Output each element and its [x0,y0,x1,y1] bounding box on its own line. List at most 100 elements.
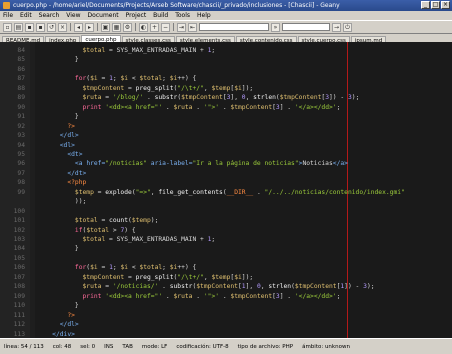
code-text[interactable]: </div> [37,330,75,339]
line-number: 88 [17,84,25,92]
code-editor[interactable]: 84 $total = SYS_MAX_ENTRADAS_MAIN + 1; 85… [0,42,452,338]
minimize-button[interactable]: _ [421,1,430,9]
build-icon[interactable]: ▦ [112,22,121,32]
line-number: 90 [17,103,25,111]
code-line[interactable]: 113 </div> [0,330,452,339]
zoom-in-icon[interactable]: + [150,22,159,32]
menu-build[interactable]: Build [153,12,168,19]
code-text[interactable]: $temp = explode("=>", file_get_contents(… [37,188,405,197]
code-line[interactable]: 92 ?> [0,122,452,131]
maximize-button[interactable]: □ [431,1,440,9]
code-line[interactable]: 104 } [0,244,452,253]
menu-tools[interactable]: Tools [175,12,190,19]
code-line[interactable]: 88 $tmpContent = preg_split("/\t+/", $te… [0,84,452,93]
status-bar: línea: 54 / 113 col: 48 sel: 0 INS TAB m… [0,338,452,354]
search-input[interactable] [199,23,269,31]
code-text[interactable]: for($i = 1; $i < $total; $i++) { [37,74,196,83]
code-text[interactable]: <dl> [37,141,75,150]
goto-line-icon[interactable]: → [332,22,341,32]
code-text[interactable]: ?> [37,122,75,131]
code-line[interactable]: 111 ?> [0,311,452,320]
menu-document[interactable]: Document [88,12,119,19]
code-line[interactable]: 84 $total = SYS_MAX_ENTRADAS_MAIN + 1; [0,46,452,55]
code-text[interactable]: print '<dd><a href="' . $ruta . '">' . $… [37,292,341,301]
status-sel: sel: 0 [80,343,96,350]
code-text[interactable]: if($total > 7) { [37,226,136,235]
code-line[interactable]: 93 </dl> [0,131,452,140]
line-number: 98 [17,179,25,187]
code-line[interactable]: 89 $ruta = '/blog/' . substr($tmpContent… [0,93,452,102]
menu-help[interactable]: Help [197,12,211,19]
compile-icon[interactable]: ▣ [101,22,110,32]
unindent-icon[interactable]: ⇤ [188,22,197,32]
revert-icon[interactable]: ↺ [47,22,56,32]
code-line[interactable]: 112 </dl> [0,320,452,329]
code-text[interactable]: } [37,112,79,121]
code-text[interactable]: $total = count($temp); [37,216,158,225]
code-text[interactable]: } [37,301,79,310]
save-all-icon[interactable]: ▪ [36,22,45,32]
code-text[interactable]: <a href="/noticias" aria-label="Ir a la … [37,159,348,168]
quit-icon[interactable]: ⏻ [343,22,352,32]
menu-edit[interactable]: Edit [20,12,32,19]
code-line[interactable]: 94 <dl> [0,141,452,150]
code-line[interactable]: 107 $tmpContent = preg_split("/\t+/", $t… [0,273,452,282]
code-text[interactable]: $total = SYS_MAX_ENTRADAS_MAIN + 1; [37,235,216,244]
menu-file[interactable]: File [3,12,13,19]
code-text[interactable]: $ruta = '/blog/' . substr($tmpContent[3]… [37,93,360,102]
code-text[interactable]: ?> [37,311,75,320]
menu-project[interactable]: Project [126,12,147,19]
code-line[interactable]: 99 $temp = explode("=>", file_get_conten… [0,188,452,197]
code-line[interactable]: 106 for($i = 1; $i < $total; $i++) { [0,263,452,272]
line-number: 97 [17,169,25,177]
color-chooser-icon[interactable]: ◐ [139,22,148,32]
code-line[interactable]: 103 $total = SYS_MAX_ENTRADAS_MAIN + 1; [0,235,452,244]
code-line[interactable]: 90 print '<dd><a href="' . $ruta . '">' … [0,103,452,112]
code-text[interactable]: <dt> [37,150,82,159]
code-line[interactable]: 98 <?php [0,178,452,187]
code-line[interactable]: 96 <a href="/noticias" aria-label="Ir a … [0,159,452,168]
code-line[interactable]: 97 </dt> [0,169,452,178]
code-text[interactable]: </dt> [37,169,86,178]
code-text[interactable]: <?php [37,178,86,187]
code-line[interactable]: 108 $ruta = '/noticias/' . substr($tmpCo… [0,282,452,291]
code-text[interactable]: for($i = 1; $i < $total; $i++) { [37,263,196,272]
close-button[interactable]: × [441,1,450,9]
code-text[interactable]: print '<dd><a href="' . $ruta . '">' . $… [37,103,341,112]
code-line[interactable]: 100 [0,207,452,216]
code-line[interactable]: 109 print '<dd><a href="' . $ruta . '">'… [0,292,452,301]
code-line[interactable]: 86 [0,65,452,74]
forward-icon[interactable]: ▸ [85,22,94,32]
code-line[interactable]: 87 for($i = 1; $i < $total; $i++) { [0,74,452,83]
menu-view[interactable]: View [66,12,80,19]
status-filetype: tipo de archivo: PHP [237,343,294,350]
run-icon[interactable]: ⚙ [123,22,132,32]
zoom-out-icon[interactable]: − [161,22,170,32]
code-line[interactable]: )); [0,197,452,206]
open-file-icon[interactable]: ▤ [14,22,23,32]
code-line[interactable]: 110 } [0,301,452,310]
code-text[interactable]: } [37,55,79,64]
new-file-icon[interactable]: ▫ [3,22,12,32]
code-text[interactable]: $tmpContent = preg_split("/\t+/", $temp[… [37,273,254,282]
code-text[interactable]: $total = SYS_MAX_ENTRADAS_MAIN + 1; [37,46,216,55]
code-text[interactable]: </dl> [37,131,79,140]
code-line[interactable]: 105 [0,254,452,263]
code-text[interactable]: </dl> [37,320,79,329]
goto-line-input[interactable] [282,23,330,31]
save-icon[interactable]: ▪ [25,22,34,32]
indent-icon[interactable]: ⇥ [177,22,186,32]
code-line[interactable]: 102 if($total > 7) { [0,226,452,235]
code-line[interactable]: 91 } [0,112,452,121]
code-text[interactable]: )); [37,197,86,206]
find-next-icon[interactable]: » [271,22,280,32]
back-icon[interactable]: ◂ [74,22,83,32]
code-text[interactable]: $ruta = '/noticias/' . substr($tmpConten… [37,282,375,291]
menu-search[interactable]: Search [39,12,60,19]
code-line[interactable]: 95 <dt> [0,150,452,159]
code-line[interactable]: 101 $total = count($temp); [0,216,452,225]
close-file-icon[interactable]: × [58,22,67,32]
code-line[interactable]: 85 } [0,55,452,64]
code-text[interactable]: } [37,244,79,253]
code-text[interactable]: $tmpContent = preg_split("/\t+/", $temp[… [37,84,254,93]
